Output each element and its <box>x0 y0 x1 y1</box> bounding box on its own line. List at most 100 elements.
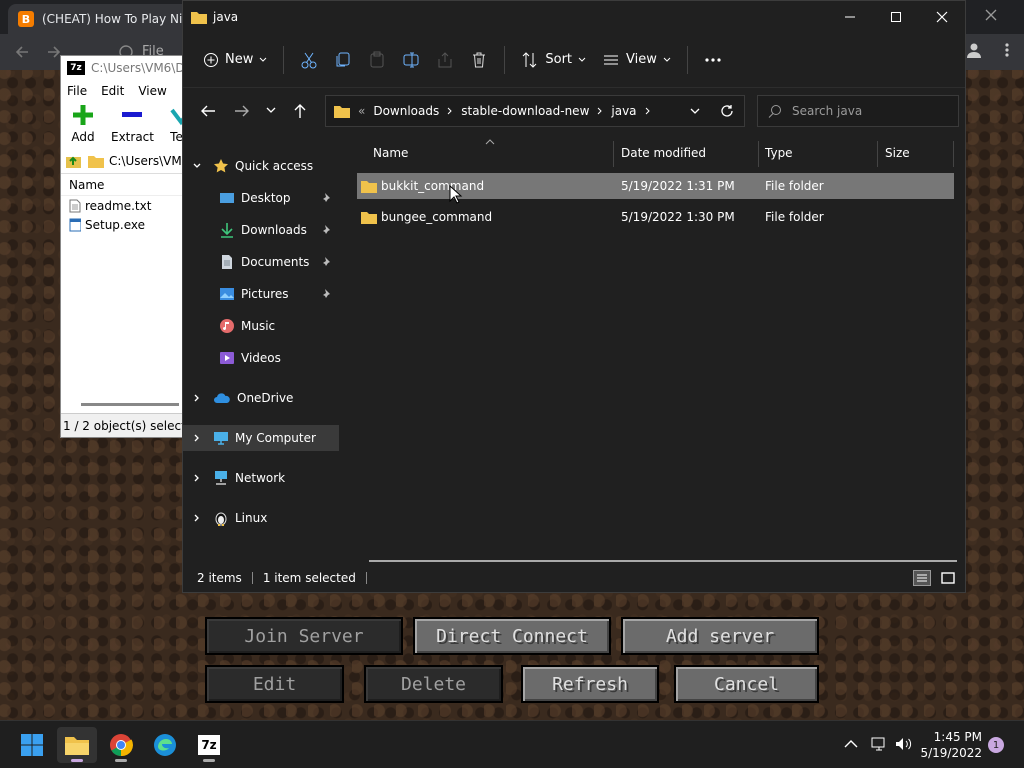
address-bar[interactable]: « Downloads stable-download-new java <box>325 95 745 127</box>
cancel-button[interactable]: Cancel <box>674 665 819 703</box>
sevenzip-menu-view[interactable]: View <box>138 84 166 98</box>
tiles-view-icon[interactable] <box>939 570 957 586</box>
join-server-button[interactable]: Join Server <box>205 617 403 655</box>
maximize-button[interactable] <box>873 1 919 32</box>
direct-connect-button[interactable]: Direct Connect <box>413 617 611 655</box>
cloud-icon <box>214 393 230 403</box>
pin-icon[interactable] <box>319 224 331 236</box>
column-header-size[interactable]: Size <box>885 135 945 171</box>
folder-icon <box>361 212 377 224</box>
chevron-right-icon[interactable] <box>193 474 201 482</box>
profile-icon[interactable] <box>966 42 982 58</box>
pin-icon[interactable] <box>319 256 331 268</box>
chevron-right-icon[interactable] <box>193 434 201 442</box>
sidebar-item-videos[interactable]: Videos <box>183 345 339 371</box>
clock-date: 5/19/2022 <box>920 746 982 760</box>
music-icon <box>220 319 234 333</box>
search-placeholder: Search java <box>792 104 863 118</box>
divider <box>251 572 253 584</box>
chevron-right-icon[interactable] <box>645 107 651 115</box>
sidebar-item-desktop[interactable]: Desktop <box>183 185 339 211</box>
network-status-icon[interactable] <box>870 735 888 753</box>
taskbar-edge[interactable] <box>145 727 185 763</box>
breadcrumb-stable-download-new[interactable]: stable-download-new <box>461 104 589 118</box>
clock[interactable]: 1:45 PM 5/19/2022 <box>920 729 982 761</box>
forward-button[interactable] <box>225 95 259 127</box>
plus-icon <box>73 105 93 125</box>
minimize-button[interactable] <box>827 1 873 32</box>
taskbar-chrome[interactable] <box>101 727 141 763</box>
address-dropdown-icon[interactable] <box>690 108 700 116</box>
sidebar-item-pictures[interactable]: Pictures <box>183 281 339 307</box>
chevron-right-icon[interactable] <box>447 107 453 115</box>
chevron-right-icon[interactable] <box>193 394 201 402</box>
edit-button[interactable]: Edit <box>205 665 344 703</box>
cut-button[interactable] <box>292 42 326 78</box>
sevenzip-menu-file[interactable]: File <box>67 84 87 98</box>
column-header-type[interactable]: Type <box>765 135 875 171</box>
sevenzip-scrollbar[interactable] <box>63 397 187 411</box>
folder-up-icon[interactable] <box>65 153 83 169</box>
taskbar-7zip[interactable]: 7z <box>189 727 229 763</box>
delete-server-button[interactable]: Delete <box>364 665 503 703</box>
delete-button[interactable] <box>462 42 496 78</box>
pin-icon[interactable] <box>319 192 331 204</box>
breadcrumb-overflow[interactable]: « <box>358 104 365 118</box>
chevron-up-icon[interactable] <box>844 739 858 749</box>
more-options-button[interactable] <box>696 42 730 78</box>
chevron-down-icon[interactable] <box>193 162 201 170</box>
start-button[interactable] <box>12 727 52 763</box>
sidebar-item-onedrive[interactable]: OneDrive <box>183 385 339 411</box>
chrome-tab[interactable]: B (CHEAT) How To Play Nigh <box>8 4 208 34</box>
view-button[interactable]: View <box>594 42 679 78</box>
chrome-menu-icon[interactable] <box>1004 42 1010 58</box>
recent-locations-button[interactable] <box>259 95 283 127</box>
windows-logo-icon <box>21 734 43 756</box>
column-header-date[interactable]: Date modified <box>621 135 757 171</box>
back-arrow-icon[interactable] <box>14 44 30 60</box>
sevenzip-add-button[interactable]: Add <box>71 104 95 148</box>
list-item[interactable]: Setup.exe <box>61 215 189 234</box>
sevenzip-column-name[interactable]: Name <box>61 174 189 196</box>
chevron-right-icon[interactable] <box>193 514 201 522</box>
rename-button[interactable] <box>394 42 428 78</box>
folder-icon <box>88 155 104 168</box>
new-button[interactable]: New <box>195 42 275 78</box>
sevenzip-address-bar[interactable]: C:\Users\VM <box>61 148 189 174</box>
up-button[interactable] <box>283 95 317 127</box>
details-view-icon[interactable] <box>913 570 931 586</box>
sidebar-item-my-computer[interactable]: My Computer <box>183 425 339 451</box>
sidebar-label: Pictures <box>241 287 289 301</box>
search-box[interactable]: Search java <box>757 95 959 127</box>
breadcrumb-downloads[interactable]: Downloads <box>373 104 439 118</box>
add-server-button[interactable]: Add server <box>621 617 819 655</box>
refresh-icon[interactable] <box>720 104 734 118</box>
sidebar-item-documents[interactable]: Documents <box>183 249 339 275</box>
share-button[interactable] <box>428 42 462 78</box>
sevenzip-extract-button[interactable]: Extract <box>111 104 154 148</box>
sevenzip-menu-edit[interactable]: Edit <box>101 84 124 98</box>
volume-icon[interactable] <box>894 736 914 752</box>
copy-button[interactable] <box>326 42 360 78</box>
refresh-button[interactable]: Refresh <box>521 665 659 703</box>
sidebar-item-music[interactable]: Music <box>183 313 339 339</box>
chrome-close-icon[interactable] <box>984 8 998 22</box>
table-row[interactable]: bungee_command 5/19/2022 1:30 PM File fo… <box>357 204 954 230</box>
chevron-right-icon[interactable] <box>597 107 603 115</box>
breadcrumb-java[interactable]: java <box>611 104 636 118</box>
table-row[interactable]: bukkit_command 5/19/2022 1:31 PM File fo… <box>357 173 954 199</box>
taskbar-file-explorer[interactable] <box>57 727 97 763</box>
paste-button[interactable] <box>360 42 394 78</box>
back-button[interactable] <box>191 95 225 127</box>
pin-icon[interactable] <box>319 288 331 300</box>
sidebar-item-downloads[interactable]: Downloads <box>183 217 339 243</box>
sort-button[interactable]: Sort <box>513 42 594 78</box>
sidebar-item-quick-access[interactable]: Quick access <box>183 153 339 179</box>
notification-badge[interactable]: 1 <box>988 737 1004 753</box>
list-item[interactable]: readme.txt <box>61 196 189 215</box>
column-header-name[interactable]: Name <box>373 135 613 171</box>
close-button[interactable] <box>919 1 965 32</box>
sidebar-item-linux[interactable]: Linux <box>183 505 339 531</box>
sidebar-item-network[interactable]: Network <box>183 465 339 491</box>
horizontal-scrollbar[interactable] <box>369 559 957 563</box>
